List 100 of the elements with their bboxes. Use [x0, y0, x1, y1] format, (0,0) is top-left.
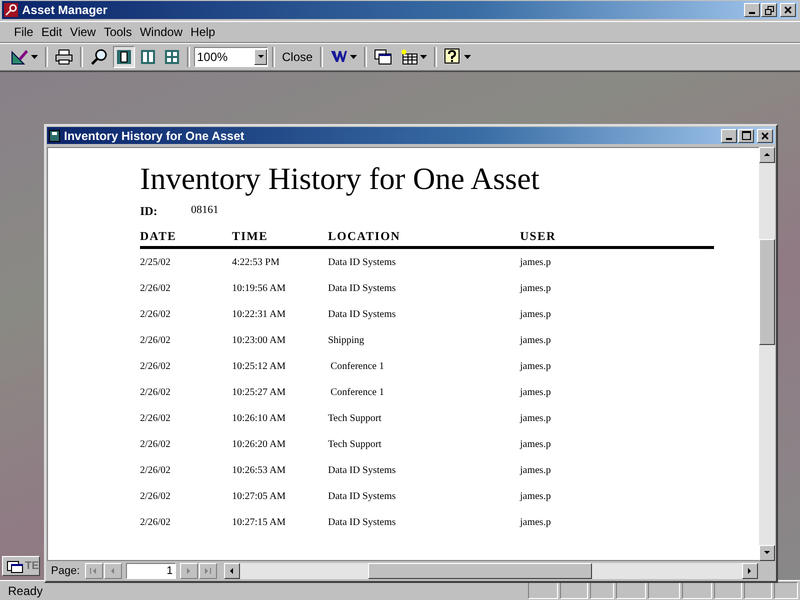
table-cell-text: james.p — [520, 438, 552, 450]
window-title: Asset Manager — [22, 3, 108, 17]
next-page-button[interactable] — [180, 563, 198, 579]
table-cell-text: 10:26:10 AM — [232, 412, 287, 424]
menu-item[interactable]: Help — [186, 25, 220, 39]
maximize-icon — [742, 131, 750, 140]
first-page-button[interactable] — [84, 563, 103, 579]
table-cell-text: 2/26/02 — [140, 282, 172, 294]
table-cell-text: Tech Support — [328, 412, 382, 424]
minimize-button[interactable] — [721, 128, 737, 142]
report-title: Inventory History for One Asset — [140, 162, 540, 196]
report-icon — [49, 130, 60, 142]
status-pane — [744, 582, 772, 599]
restore-button[interactable] — [761, 3, 777, 17]
word-icon — [330, 49, 348, 65]
column-header: LOCATION — [328, 229, 402, 244]
status-pane — [560, 582, 588, 599]
table-cell-text: 2/26/02 — [140, 412, 172, 424]
status-pane — [528, 582, 558, 599]
table-cell-text: 2/26/02 — [140, 490, 172, 502]
menu-item[interactable]: Edit — [37, 25, 66, 39]
status-text: Ready — [7, 584, 44, 598]
menu-item[interactable]: Tools — [100, 25, 136, 39]
table-cell-text: james.p — [520, 282, 552, 294]
scroll-up-button[interactable] — [759, 147, 775, 163]
last-icon — [203, 567, 212, 575]
triangle-ruler-icon — [11, 49, 29, 65]
page-label: Page: — [51, 565, 80, 577]
table-cell-text: Conference 1 — [330, 386, 386, 398]
help-icon — [444, 48, 462, 66]
printer-icon — [55, 49, 73, 65]
scroll-left-button[interactable] — [224, 563, 240, 579]
table-cell-text: Data ID Systems — [328, 464, 397, 476]
table-cell-text: Conference 1 — [330, 360, 386, 372]
magnifier-icon — [90, 48, 108, 66]
horizontal-scrollbar[interactable] — [224, 563, 758, 579]
window-icon — [7, 559, 23, 573]
status-pane — [590, 582, 614, 599]
table-cell-text: 2/26/02 — [140, 464, 172, 476]
close-icon — [784, 6, 792, 14]
close-window-button[interactable] — [757, 128, 773, 142]
status-pane — [616, 582, 646, 599]
minimized-window-title: TE — [24, 560, 39, 572]
zoom-field[interactable]: 100% — [194, 47, 268, 67]
table-cell-text: james.p — [520, 256, 552, 268]
one-page-icon — [116, 49, 132, 65]
table-cell-text: 10:27:15 AM — [232, 516, 287, 528]
table-cell-text: james.p — [520, 360, 552, 372]
minimize-button[interactable] — [744, 3, 760, 17]
next-icon — [184, 567, 193, 575]
close-window-button[interactable] — [780, 3, 796, 17]
scroll-right-button[interactable] — [742, 563, 758, 579]
menu-item[interactable]: Window — [136, 25, 187, 39]
windows-icon — [374, 49, 392, 65]
arrow-icon — [763, 151, 771, 159]
table-cell-text: 2/26/02 — [140, 386, 172, 398]
id-label: ID: — [140, 204, 158, 219]
scroll-thumb[interactable] — [368, 563, 592, 579]
menu-item[interactable]: File — [10, 25, 38, 39]
table-cell-text: 10:25:12 AM — [232, 360, 287, 372]
scroll-down-button[interactable] — [759, 545, 775, 561]
table-cell-text: Shipping — [328, 334, 366, 346]
previous-icon — [108, 567, 117, 575]
table-cell-text: Tech Support — [328, 438, 382, 450]
table-cell-text: 4:22:53 PM — [232, 256, 281, 268]
table-cell-text: Data ID Systems — [328, 490, 397, 502]
one-page-button[interactable] — [113, 46, 135, 68]
vertical-scrollbar[interactable] — [759, 147, 775, 561]
table-cell-text: james.p — [520, 412, 552, 424]
table-cell-text: 2/26/02 — [140, 360, 172, 372]
two-pages-icon — [140, 49, 156, 65]
table-cell-text: 10:19:56 AM — [232, 282, 287, 294]
column-header: DATE — [140, 229, 178, 244]
table-cell-text: 10:27:05 AM — [232, 490, 287, 502]
table-cell-text: james.p — [520, 464, 552, 476]
arrow-icon — [746, 567, 754, 575]
menu-item[interactable]: View — [66, 25, 100, 39]
new-table-icon — [400, 49, 418, 65]
table-cell-text: 10:25:27 AM — [232, 386, 287, 398]
table-cell-text: 10:22:31 AM — [232, 308, 287, 320]
restore-icon — [764, 6, 774, 14]
maximize-button[interactable] — [738, 128, 754, 142]
status-pane — [774, 582, 798, 599]
first-icon — [89, 567, 98, 575]
column-header: USER — [520, 229, 558, 244]
scroll-thumb[interactable] — [759, 239, 775, 345]
table-cell-text: 2/26/02 — [140, 334, 172, 346]
table-cell-text: 10:26:53 AM — [232, 464, 287, 476]
page-number-field[interactable]: 1 — [126, 563, 176, 579]
column-header: TIME — [232, 229, 270, 244]
table-cell-text: james.p — [520, 516, 552, 528]
last-page-button[interactable] — [198, 563, 217, 579]
table-cell-text: 10:26:20 AM — [232, 438, 287, 450]
table-cell-text: Data ID Systems — [328, 256, 397, 268]
table-cell-text: Data ID Systems — [328, 516, 397, 528]
previous-page-button[interactable] — [104, 563, 122, 579]
table-cell-text: 10:23:00 AM — [232, 334, 287, 346]
status-pane — [682, 582, 712, 599]
dropdown-arrow-icon — [256, 53, 264, 61]
minimize-icon — [749, 12, 755, 14]
